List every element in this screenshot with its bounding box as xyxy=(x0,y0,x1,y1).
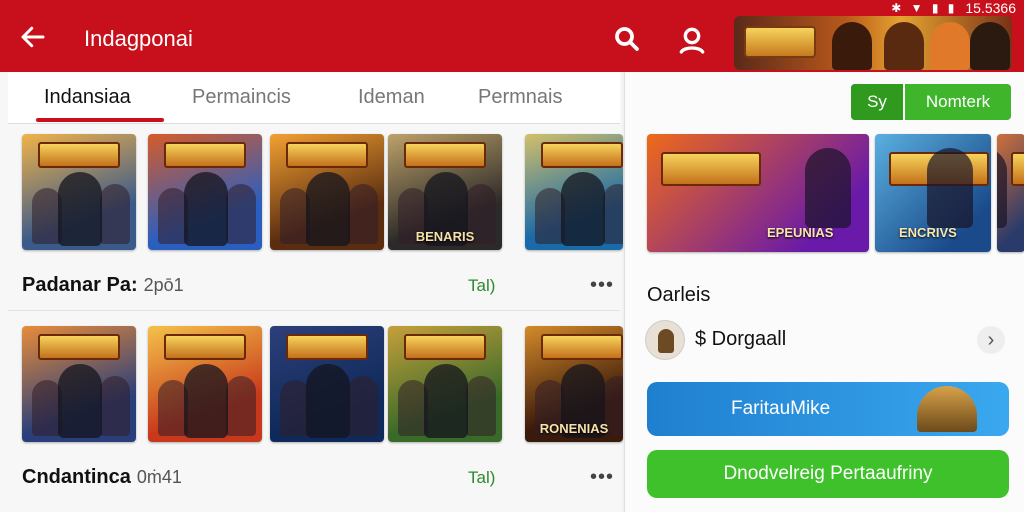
game-character xyxy=(603,184,623,244)
button-character-art xyxy=(917,386,977,432)
toggle-option-sy[interactable]: Sy xyxy=(851,84,905,120)
game-logo xyxy=(38,334,120,360)
game-logo xyxy=(404,142,486,168)
games-list-panel: Indansiaa Permaincis Ideman Permnais BEN… xyxy=(0,72,623,512)
game-character xyxy=(100,376,130,436)
game-character xyxy=(306,172,350,246)
game-character xyxy=(348,184,378,244)
toggle-option-nomterk[interactable]: Nomterk xyxy=(905,84,1011,120)
row-title: Cndantinca 0ṁ41 xyxy=(22,466,182,488)
card-caption: ENCRIVS xyxy=(899,225,957,240)
game-character xyxy=(184,364,228,438)
game-character xyxy=(184,172,228,246)
top-app-bar: Indagponai ✱ ▼ ▮ ▮ 15.5366 xyxy=(0,0,1024,72)
game-tile[interactable] xyxy=(22,326,136,442)
game-tile[interactable]: RONENIAS xyxy=(525,326,623,442)
game-logo xyxy=(286,334,368,360)
game-tile[interactable] xyxy=(388,326,502,442)
status-bar: ✱ ▼ ▮ ▮ 15.5366 xyxy=(891,0,1016,16)
game-logo xyxy=(38,142,120,168)
game-logo xyxy=(541,334,623,360)
tab-indansiaa[interactable]: Indansiaa xyxy=(44,86,131,109)
banner-game-logo xyxy=(744,26,816,58)
chevron-right-icon[interactable]: › xyxy=(977,326,1005,354)
game-character xyxy=(805,148,851,228)
row-subtitle: 2pō1 xyxy=(143,275,184,295)
banner-character xyxy=(832,22,872,70)
back-arrow-icon[interactable] xyxy=(18,22,48,52)
game-tile[interactable] xyxy=(148,134,262,250)
game-character xyxy=(424,364,468,438)
tab-permnais[interactable]: Permnais xyxy=(478,86,562,109)
featured-game-card[interactable] xyxy=(997,134,1024,252)
row-see-all-link[interactable]: Tal) xyxy=(468,276,495,296)
game-tile[interactable]: BENARIS xyxy=(388,134,502,250)
game-character xyxy=(561,172,605,246)
promo-banner[interactable] xyxy=(734,16,1012,70)
featured-game-card[interactable]: EPEUNIAS xyxy=(647,134,869,252)
game-character xyxy=(466,376,496,436)
game-character xyxy=(997,148,1007,228)
avatar xyxy=(645,320,685,360)
game-logo xyxy=(661,152,761,186)
game-logo xyxy=(404,334,486,360)
featured-game-card[interactable]: ENCRIVS xyxy=(875,134,991,252)
game-logo xyxy=(164,334,246,360)
section-title: Oarleis xyxy=(647,284,711,306)
banner-character xyxy=(970,22,1010,70)
profile-icon[interactable] xyxy=(676,24,708,56)
game-tile[interactable] xyxy=(270,134,384,250)
divider xyxy=(8,310,620,311)
tab-bar: Indansiaa Permaincis Ideman Permnais xyxy=(8,72,620,124)
game-tile[interactable] xyxy=(148,326,262,442)
active-tab-indicator xyxy=(36,118,164,122)
view-toggle[interactable]: Sy Nomterk xyxy=(851,84,1011,120)
search-icon[interactable] xyxy=(612,24,642,54)
game-character xyxy=(226,376,256,436)
row-title: Padanar Pa: 2pō1 xyxy=(22,274,184,296)
banner-character xyxy=(930,22,970,70)
game-character xyxy=(348,376,378,436)
card-caption: EPEUNIAS xyxy=(767,225,834,240)
game-logo xyxy=(541,142,623,168)
tab-permaincis[interactable]: Permaincis xyxy=(192,86,291,109)
game-tile[interactable] xyxy=(525,134,623,250)
game-tile[interactable] xyxy=(22,134,136,250)
game-character xyxy=(58,364,102,438)
game-logo xyxy=(286,142,368,168)
status-icons: ✱ ▼ ▮ ▮ xyxy=(891,1,958,15)
status-time: 15.5366 xyxy=(965,0,1016,16)
game-logo xyxy=(164,142,246,168)
tile-caption: BENARIS xyxy=(415,229,475,244)
game-character xyxy=(58,172,102,246)
blue-action-button[interactable]: FaritauMike xyxy=(647,382,1009,436)
game-character xyxy=(306,364,350,438)
banner-character xyxy=(884,22,924,70)
row-see-all-link[interactable]: Tal) xyxy=(468,468,495,488)
tile-caption: RONENIAS xyxy=(539,421,609,436)
row-more-icon[interactable]: ••• xyxy=(590,466,614,489)
friend-list-item[interactable]: $ Dorgaall › xyxy=(645,316,1011,364)
row-subtitle: 0ṁ41 xyxy=(136,467,182,487)
game-character xyxy=(226,184,256,244)
blue-button-label: FaritauMike xyxy=(731,398,831,419)
game-character xyxy=(927,148,973,228)
game-character xyxy=(100,184,130,244)
green-action-button[interactable]: Dnodvelreig Pertaaufriny xyxy=(647,450,1009,498)
row-more-icon[interactable]: ••• xyxy=(590,274,614,297)
app-title: Indagponai xyxy=(84,26,193,51)
side-panel: Sy Nomterk EPEUNIAS ENCRIVS Oarleis $ Dor… xyxy=(624,72,1024,512)
game-tile[interactable] xyxy=(270,326,384,442)
friend-name: $ Dorgaall xyxy=(695,328,787,350)
tab-ideman[interactable]: Ideman xyxy=(358,86,425,109)
game-logo xyxy=(1011,152,1024,186)
